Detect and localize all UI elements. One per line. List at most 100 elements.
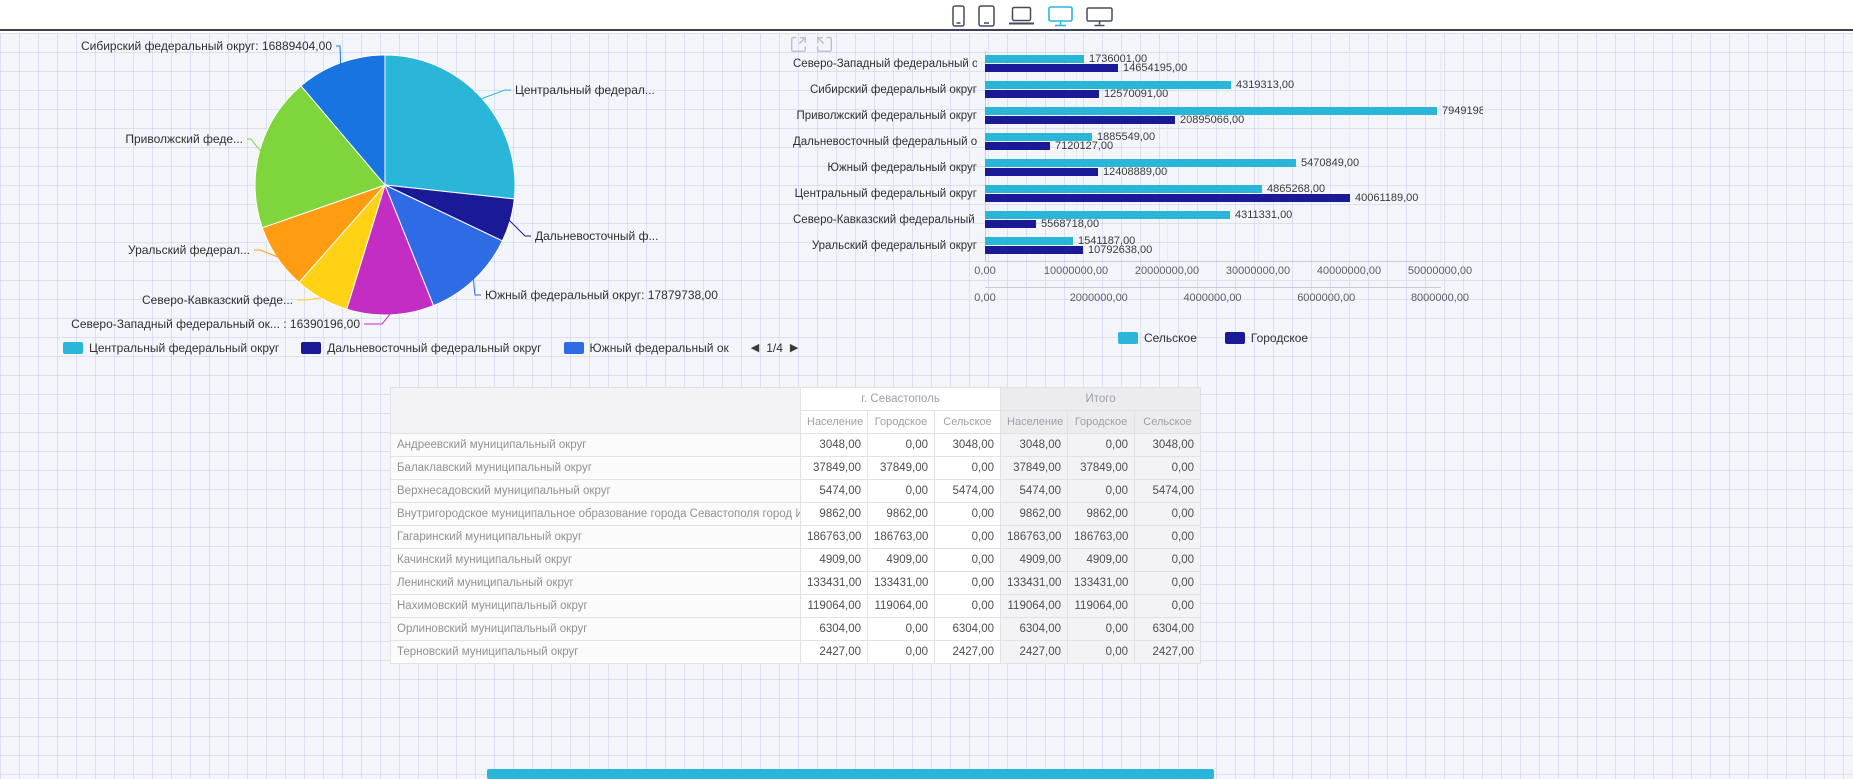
bar-category-label: Центральный федеральный округ — [793, 188, 977, 200]
value-cell: 4909,00 — [868, 549, 935, 572]
table-column-header[interactable]: Сельское — [1135, 411, 1201, 434]
value-cell: 0,00 — [1068, 480, 1135, 503]
pie-label-line — [297, 298, 322, 301]
pie-legend-item[interactable]: Дальневосточный федеральный округ — [301, 341, 541, 355]
bar-category-label: Уральский федеральный округ — [793, 240, 977, 252]
pie-legend-item[interactable]: Центральный федеральный округ — [63, 341, 279, 355]
bar-category-label: Дальневосточный федеральный ок... — [793, 136, 977, 148]
row-name-cell: Ленинский муниципальный округ — [391, 572, 801, 595]
pie-slice-label: Южный федеральный округ: 17879738,00 — [485, 288, 718, 302]
bar-gorodskoe[interactable] — [985, 168, 1098, 176]
table-row[interactable]: Балаклавский муниципальный округ37849,00… — [391, 457, 1201, 480]
value-cell: 6304,00 — [801, 618, 868, 641]
value-cell: 0,00 — [935, 457, 1001, 480]
bar-gorodskoe[interactable] — [985, 116, 1175, 124]
value-cell: 3048,00 — [1135, 434, 1201, 457]
value-cell: 37849,00 — [801, 457, 868, 480]
bar-value-label: 5568718,00 — [1041, 219, 1099, 230]
value-cell: 9862,00 — [801, 503, 868, 526]
data-table-widget: г. СевастопольИтогоНаселениеГородскоеСел… — [390, 387, 1201, 664]
value-cell: 37849,00 — [1068, 457, 1135, 480]
device-buttons — [952, 3, 1113, 29]
bar-legend-item[interactable]: Сельское — [1118, 331, 1197, 345]
pie-label-line — [473, 279, 481, 295]
mobile-portrait-icon[interactable] — [952, 5, 965, 27]
table-column-header[interactable]: Городское — [868, 411, 935, 434]
population-table: г. СевастопольИтогоНаселениеГородскоеСел… — [390, 387, 1201, 664]
table-row[interactable]: Качинский муниципальный округ4909,004909… — [391, 549, 1201, 572]
legend-swatch — [564, 342, 584, 354]
bar-gorodskoe[interactable] — [985, 90, 1099, 98]
value-cell: 0,00 — [1135, 503, 1201, 526]
row-name-cell: Балаклавский муниципальный округ — [391, 457, 801, 480]
table-row[interactable]: Терновский муниципальный округ2427,000,0… — [391, 641, 1201, 664]
bar-gorodskoe[interactable] — [985, 246, 1083, 254]
value-cell: 4909,00 — [1068, 549, 1135, 572]
axis-tick-label: 8000000,00 — [1411, 292, 1469, 304]
bar-selskoe[interactable] — [985, 185, 1262, 193]
table-row[interactable]: Орлиновский муниципальный округ6304,000,… — [391, 618, 1201, 641]
table-column-header[interactable]: Городское — [1068, 411, 1135, 434]
legend-label: Южный федеральный ок — [590, 341, 729, 355]
bar-value-label: 4319313,00 — [1236, 80, 1294, 91]
value-cell: 5474,00 — [935, 480, 1001, 503]
bar-selskoe[interactable] — [985, 237, 1073, 245]
table-column-header[interactable]: Население — [1001, 411, 1068, 434]
axis-tick-label: 6000000,00 — [1297, 292, 1355, 304]
table-row[interactable]: Верхнесадовский муниципальный округ5474,… — [391, 480, 1201, 503]
bar-gorodskoe[interactable] — [985, 220, 1036, 228]
value-cell: 6304,00 — [1001, 618, 1068, 641]
bar-category-label: Приволжский федеральный округ — [793, 110, 977, 122]
table-column-header[interactable]: Население — [801, 411, 868, 434]
value-cell: 2427,00 — [935, 641, 1001, 664]
legend-label: Центральный федеральный округ — [89, 341, 279, 355]
legend-page-indicator: 1/4 — [766, 341, 783, 355]
value-cell: 119064,00 — [1001, 595, 1068, 618]
value-cell: 0,00 — [1135, 526, 1201, 549]
pie-slice-0[interactable] — [385, 55, 515, 199]
pie-legend-item[interactable]: Южный федеральный ок — [564, 341, 729, 355]
tablet-portrait-icon[interactable] — [978, 5, 995, 27]
bar-chart-widget: Северо-Западный федеральный ок...1736001… — [793, 51, 1483, 356]
bar-gorodskoe[interactable] — [985, 194, 1350, 202]
bar-gorodskoe[interactable] — [985, 142, 1050, 150]
bar-axis-gorodskoe: 0,0010000000,0020000000,0030000000,00400… — [793, 265, 1483, 279]
laptop-icon[interactable] — [1008, 6, 1035, 26]
table-row[interactable]: Внутригородское муниципальное образовани… — [391, 503, 1201, 526]
table-row[interactable]: Ленинский муниципальный округ133431,0013… — [391, 572, 1201, 595]
value-cell: 0,00 — [868, 480, 935, 503]
desktop-monitor-icon[interactable] — [1048, 6, 1073, 27]
table-group-header[interactable]: г. Севастополь — [801, 388, 1001, 411]
table-row[interactable]: Нахимовский муниципальный округ119064,00… — [391, 595, 1201, 618]
legend-label: Городское — [1251, 331, 1308, 345]
bar-value-label: 12570091,00 — [1104, 89, 1168, 100]
bar-row: Центральный федеральный округ4865268,004… — [793, 181, 1483, 207]
widescreen-monitor-icon[interactable] — [1086, 6, 1113, 27]
table-group-header[interactable]: Итого — [1001, 388, 1201, 411]
bar-selskoe[interactable] — [985, 211, 1230, 219]
pie-slice-label: Северо-Кавказский феде... — [142, 293, 293, 307]
bar-row: Дальневосточный федеральный ок...1885549… — [793, 129, 1483, 155]
axis-tick-label: 2000000,00 — [1070, 292, 1128, 304]
bar-value-label: 14654195,00 — [1123, 63, 1187, 74]
bar-category-label: Северо-Кавказский федеральный ... — [793, 214, 977, 226]
bar-legend-item[interactable]: Городское — [1225, 331, 1308, 345]
dashboard-canvas: Центральный федерал...Дальневосточный ф.… — [0, 33, 1853, 779]
row-name-cell: Гагаринский муниципальный округ — [391, 526, 801, 549]
row-name-cell: Терновский муниципальный округ — [391, 641, 801, 664]
value-cell: 6304,00 — [1135, 618, 1201, 641]
table-row[interactable]: Гагаринский муниципальный округ186763,00… — [391, 526, 1201, 549]
table-row[interactable]: Андреевский муниципальный округ3048,000,… — [391, 434, 1201, 457]
legend-prev-icon[interactable]: ◀ — [751, 342, 759, 354]
table-column-header[interactable]: Сельское — [935, 411, 1001, 434]
axis-tick-label: 4000000,00 — [1183, 292, 1241, 304]
bar-axis-line-selskoe — [985, 287, 1441, 288]
bar-gorodskoe[interactable] — [985, 64, 1118, 72]
value-cell: 2427,00 — [801, 641, 868, 664]
bar-value-label: 7949198,00 — [1442, 106, 1483, 117]
pie-slice-label: Дальневосточный ф... — [535, 229, 658, 243]
bar-row: Сибирский федеральный округ4319313,00125… — [793, 77, 1483, 103]
bottom-widget-strip[interactable] — [487, 769, 1214, 779]
value-cell: 2427,00 — [1135, 641, 1201, 664]
bar-selskoe[interactable] — [985, 55, 1084, 63]
